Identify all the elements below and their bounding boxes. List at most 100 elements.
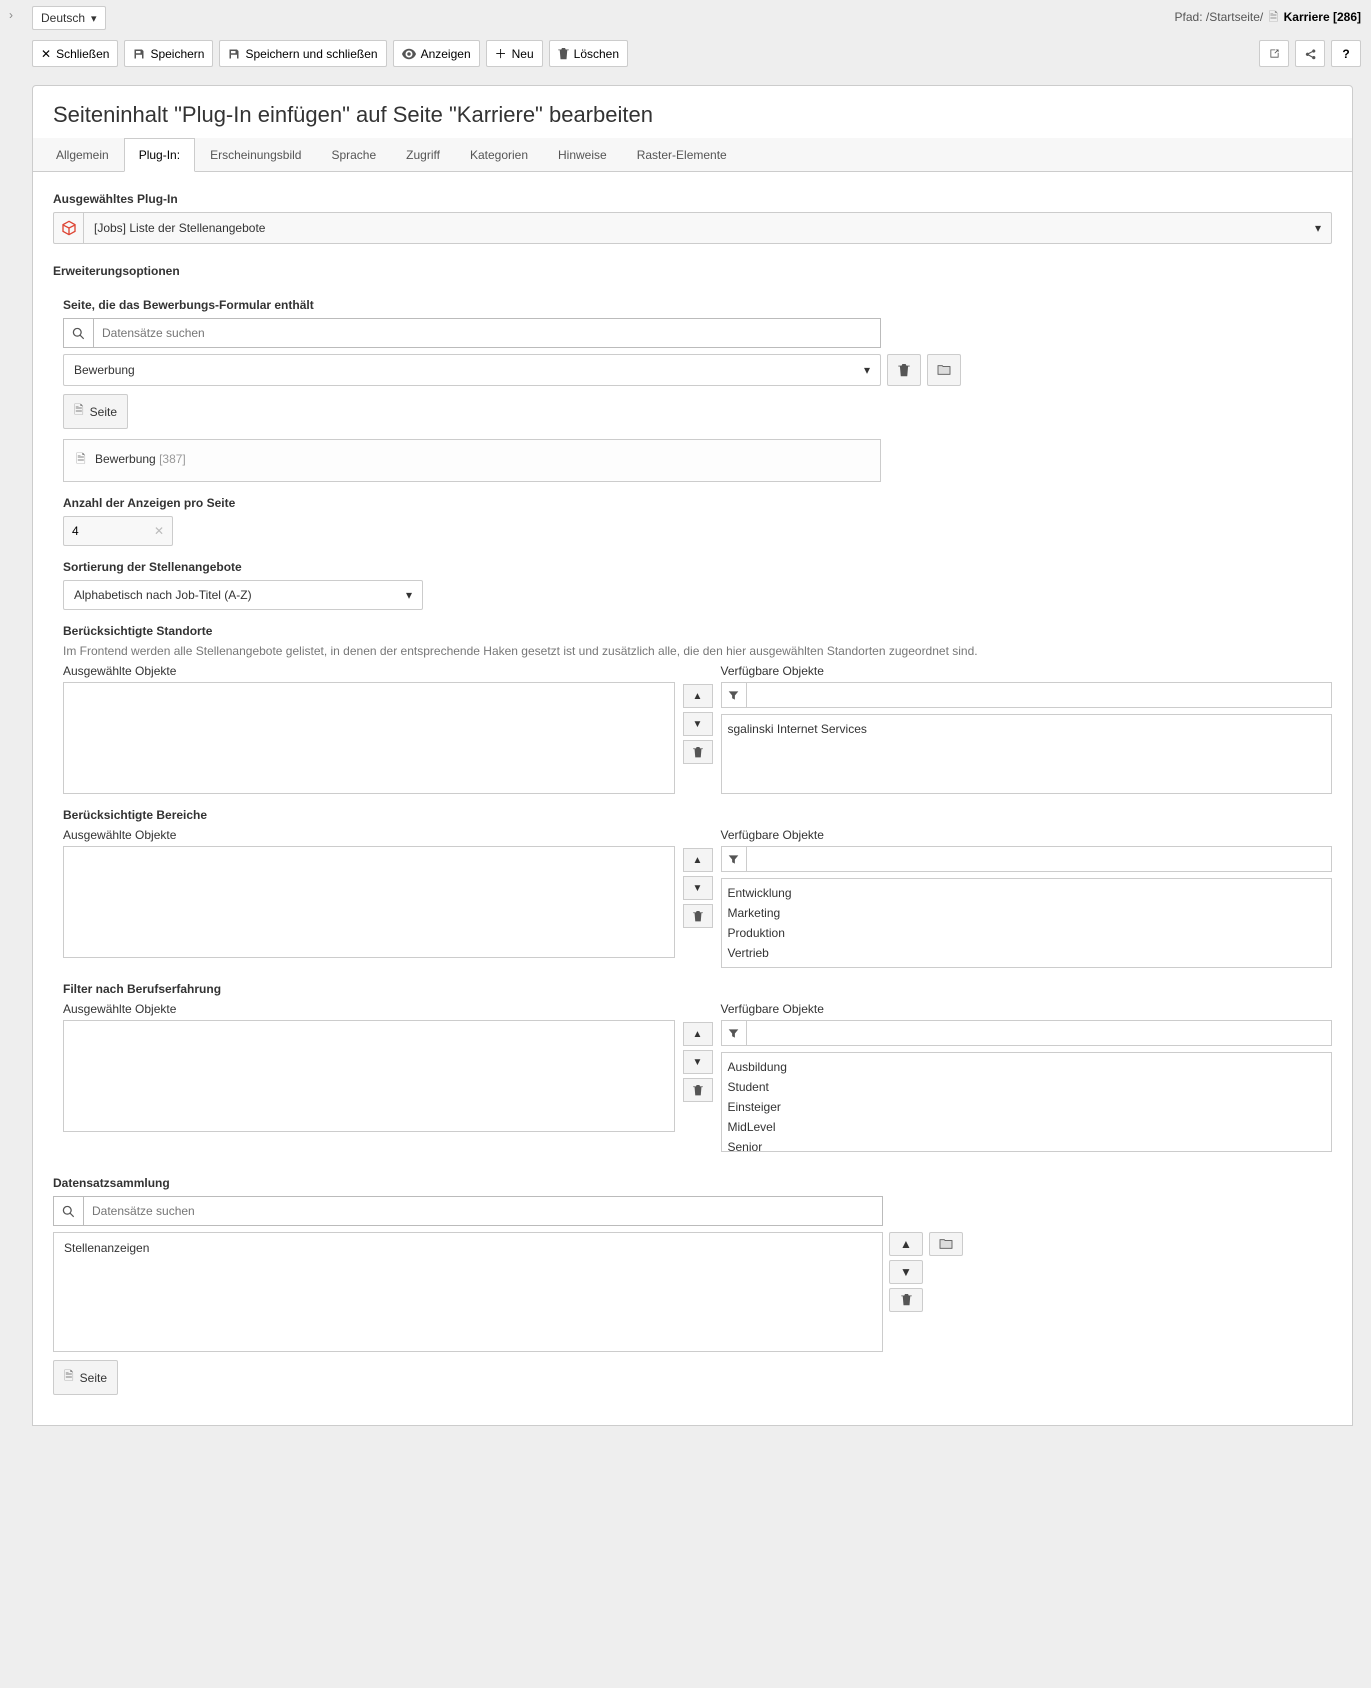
filter-button[interactable] <box>721 1020 747 1046</box>
list-item[interactable]: Stellenanzeigen <box>64 1241 872 1255</box>
save-close-button[interactable]: Speichern und schließen <box>219 40 386 67</box>
areas-available-list[interactable]: Entwicklung Marketing Produktion Vertrie… <box>721 878 1333 968</box>
external-icon <box>1268 47 1281 60</box>
tab-plugin[interactable]: Plug-In: <box>124 138 195 172</box>
available-objects-label: Verfügbare Objekte <box>721 828 1333 842</box>
add-page-button[interactable]: 🗎 Seite <box>63 394 128 429</box>
exp-filter-input[interactable] <box>747 1020 1333 1046</box>
chevron-down-icon: ▾ <box>1305 213 1331 243</box>
tab-general[interactable]: Allgemein <box>41 138 124 172</box>
apply-page-label: Seite, die das Bewerbungs-Formular enthä… <box>63 298 1332 312</box>
language-select[interactable]: Deutsch ▾ <box>32 6 106 30</box>
filter-button[interactable] <box>721 846 747 872</box>
clear-input-button[interactable]: ✕ <box>134 524 172 538</box>
items-per-page-label: Anzahl der Anzeigen pro Seite <box>63 496 1332 510</box>
page-icon: 🗎 <box>76 452 86 466</box>
areas-filter-input[interactable] <box>747 846 1333 872</box>
remove-item-button[interactable] <box>683 1078 713 1102</box>
remove-item-button[interactable] <box>683 904 713 928</box>
list-item[interactable]: Ausbildung <box>728 1057 1326 1077</box>
locations-help: Im Frontend werden alle Stellenangebote … <box>63 644 1332 658</box>
search-icon <box>72 327 85 340</box>
list-item[interactable]: Produktion <box>728 923 1326 943</box>
save-button[interactable]: Speichern <box>124 40 213 67</box>
tab-access[interactable]: Zugriff <box>391 138 455 172</box>
locations-selected-list[interactable] <box>63 682 675 794</box>
breadcrumb: Pfad: /Startseite/ 🗎 Karriere [286] <box>1175 8 1361 29</box>
areas-label: Berücksichtigte Bereiche <box>63 808 1332 822</box>
list-item[interactable]: Senior <box>728 1137 1326 1152</box>
search-icon-button[interactable] <box>53 1196 83 1226</box>
add-collection-page-button[interactable]: 🗎 Seite <box>53 1360 118 1395</box>
save-close-icon <box>228 48 240 60</box>
locations-available-list[interactable]: sgalinski Internet Services <box>721 714 1333 794</box>
trash-icon <box>693 911 703 922</box>
search-icon-button[interactable] <box>63 318 93 348</box>
move-up-button[interactable]: ▲ <box>683 684 713 708</box>
help-button[interactable]: ? <box>1331 40 1361 67</box>
experience-label: Filter nach Berufserfahrung <box>63 982 1332 996</box>
areas-selected-list[interactable] <box>63 846 675 958</box>
locations-label: Berücksichtigte Standorte <box>63 624 1332 638</box>
new-button[interactable]: ＋ Neu <box>486 40 543 67</box>
list-item[interactable]: Student <box>728 1077 1326 1097</box>
tab-notes[interactable]: Hinweise <box>543 138 622 172</box>
move-down-button[interactable]: ▼ <box>683 1050 713 1074</box>
collapse-handle[interactable]: › <box>0 0 22 1456</box>
available-objects-label: Verfügbare Objekte <box>721 664 1333 678</box>
list-item[interactable]: sgalinski Internet Services <box>728 719 1326 739</box>
move-up-button[interactable]: ▲ <box>683 848 713 872</box>
list-item[interactable]: Vertrieb <box>728 943 1326 963</box>
trash-icon <box>898 364 910 377</box>
apply-page-search-input[interactable] <box>93 318 881 348</box>
tab-appearance[interactable]: Erscheinungsbild <box>195 138 316 172</box>
eye-icon <box>402 48 416 60</box>
trash-icon <box>693 747 703 758</box>
extension-options-label: Erweiterungsoptionen <box>53 264 1332 278</box>
exp-available-list[interactable]: Ausbildung Student Einsteiger MidLevel S… <box>721 1052 1333 1152</box>
browse-page-button[interactable] <box>927 354 961 386</box>
list-item[interactable]: Marketing <box>728 903 1326 923</box>
collection-search-input[interactable] <box>83 1196 883 1226</box>
share-button[interactable] <box>1295 40 1325 67</box>
remove-page-button[interactable] <box>887 354 921 386</box>
move-down-button[interactable]: ▼ <box>683 876 713 900</box>
sorting-select[interactable]: Alphabetisch nach Job-Titel (A-Z) ▾ <box>63 580 423 610</box>
folder-icon <box>939 1238 953 1250</box>
move-down-button[interactable]: ▼ <box>889 1260 923 1284</box>
collection-label: Datensatzsammlung <box>53 1176 1332 1190</box>
exp-selected-list[interactable] <box>63 1020 675 1132</box>
available-objects-label: Verfügbare Objekte <box>721 1002 1333 1016</box>
page-icon: 🗎 <box>74 401 84 422</box>
delete-button[interactable]: Löschen <box>549 40 628 67</box>
plugin-select[interactable]: [Jobs] Liste der Stellenangebote ▾ <box>53 212 1332 244</box>
list-item[interactable]: Einsteiger <box>728 1097 1326 1117</box>
view-button[interactable]: Anzeigen <box>393 40 480 67</box>
close-icon: ✕ <box>41 47 51 61</box>
list-item[interactable]: Entwicklung <box>728 883 1326 903</box>
language-value: Deutsch <box>41 11 85 25</box>
tab-grid[interactable]: Raster-Elemente <box>622 138 742 172</box>
list-item[interactable]: MidLevel <box>728 1117 1326 1137</box>
locations-filter-input[interactable] <box>747 682 1333 708</box>
browse-records-button[interactable] <box>929 1232 963 1256</box>
tab-language[interactable]: Sprache <box>316 138 391 172</box>
remove-item-button[interactable] <box>889 1288 923 1312</box>
open-new-window-button[interactable] <box>1259 40 1289 67</box>
remove-item-button[interactable] <box>683 740 713 764</box>
apply-page-select[interactable]: Bewerbung ▾ <box>63 354 881 386</box>
close-button[interactable]: ✕ Schließen <box>32 40 118 67</box>
filter-button[interactable] <box>721 682 747 708</box>
move-up-button[interactable]: ▲ <box>889 1232 923 1256</box>
selected-objects-label: Ausgewählte Objekte <box>63 1002 675 1016</box>
move-up-button[interactable]: ▲ <box>683 1022 713 1046</box>
save-icon <box>133 48 145 60</box>
plus-icon: ＋ <box>495 45 507 62</box>
filter-icon <box>728 690 739 701</box>
page-title: Seiteninhalt "Plug-In einfügen" auf Seit… <box>53 102 1332 128</box>
tab-categories[interactable]: Kategorien <box>455 138 543 172</box>
collection-selected-list[interactable]: Stellenanzeigen <box>53 1232 883 1352</box>
move-down-button[interactable]: ▼ <box>683 712 713 736</box>
items-per-page-input-wrap: ✕ <box>63 516 173 546</box>
items-per-page-input[interactable] <box>64 517 134 545</box>
